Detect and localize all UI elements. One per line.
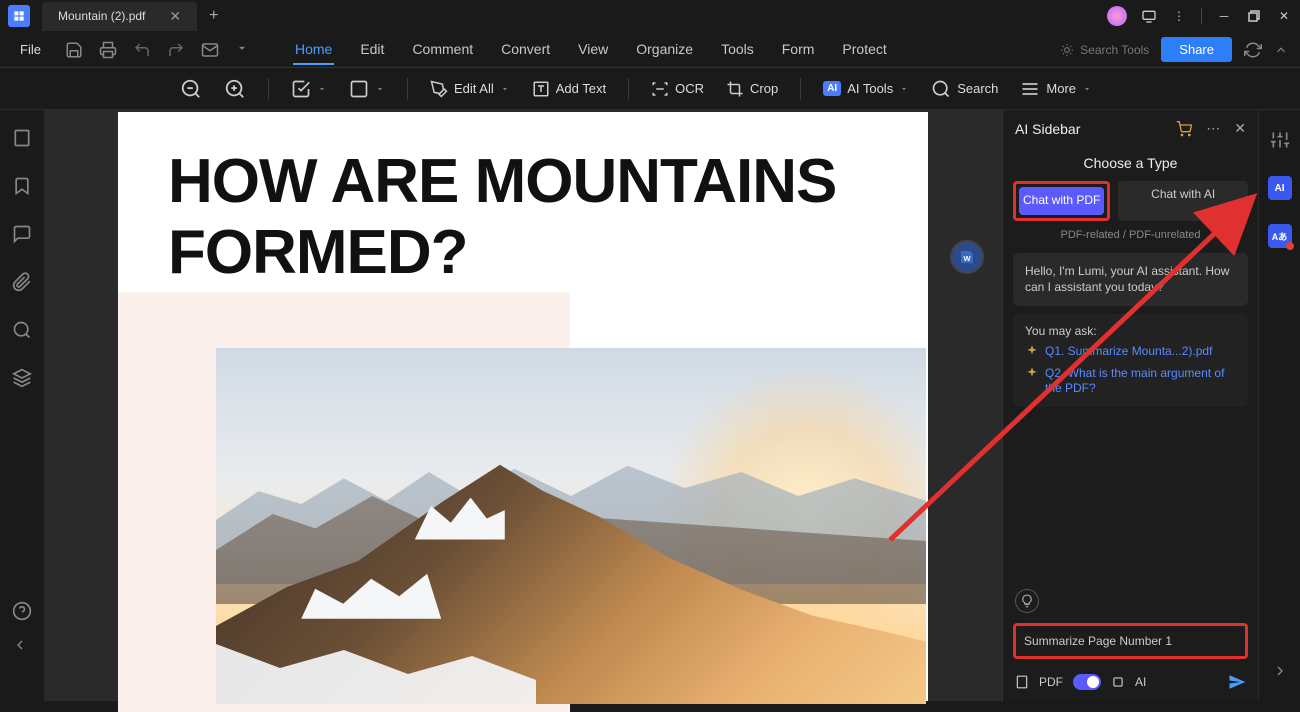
- bookmark-icon[interactable]: [12, 176, 32, 196]
- search-button[interactable]: Search: [931, 79, 998, 99]
- minimize-icon[interactable]: ─: [1216, 8, 1232, 24]
- ai-rail-icon[interactable]: AI: [1268, 176, 1292, 200]
- attachment-icon[interactable]: [12, 272, 32, 292]
- ai-greeting: Hello, I'm Lumi, your AI assistant. How …: [1013, 253, 1248, 307]
- translate-rail-icon[interactable]: Aあ: [1268, 224, 1292, 248]
- crop-button[interactable]: Crop: [726, 80, 778, 98]
- zoom-out-icon[interactable]: [180, 78, 202, 100]
- tab-organize[interactable]: Organize: [634, 35, 695, 65]
- app-logo-icon: [8, 5, 30, 27]
- highlight-icon[interactable]: [291, 79, 327, 99]
- left-sidebar: [0, 110, 44, 701]
- annotation-highlight-input: [1013, 623, 1248, 659]
- titlebar: Mountain (2).pdf ✕ + ⋮ ─ ✕: [0, 0, 1300, 32]
- pdf-doc-icon: [1015, 675, 1029, 689]
- document-tab[interactable]: Mountain (2).pdf ✕: [42, 2, 197, 31]
- document-viewport[interactable]: HOW ARE MOUNTAINS FORMED? W: [44, 110, 1002, 701]
- help-icon[interactable]: [12, 601, 32, 621]
- undo-icon[interactable]: [133, 41, 151, 59]
- cart-icon[interactable]: [1176, 121, 1192, 137]
- redo-icon[interactable]: [167, 41, 185, 59]
- send-icon[interactable]: [1228, 673, 1246, 691]
- search-tools[interactable]: Search Tools: [1060, 43, 1149, 57]
- svg-text:W: W: [963, 254, 971, 263]
- tab-comment[interactable]: Comment: [410, 35, 475, 65]
- save-icon[interactable]: [65, 41, 83, 59]
- add-text-button[interactable]: Add Text: [532, 80, 606, 98]
- ai-sidebar: AI Sidebar ⋯ ✕ Choose a Type Chat with P…: [1002, 110, 1258, 701]
- tab-tools[interactable]: Tools: [719, 35, 756, 65]
- comment-icon[interactable]: [12, 224, 32, 244]
- close-icon[interactable]: ✕: [1276, 8, 1292, 24]
- chat-ai-tab[interactable]: Chat with AI: [1118, 181, 1248, 221]
- suggest-q1[interactable]: Q1. Summarize Mounta...2).pdf: [1025, 344, 1236, 360]
- lightbulb-icon[interactable]: [1015, 589, 1039, 613]
- search-tools-label: Search Tools: [1080, 43, 1149, 57]
- menubar: File Home Edit Comment Convert View Orga…: [0, 32, 1300, 68]
- tab-home[interactable]: Home: [293, 35, 334, 65]
- maximize-icon[interactable]: [1246, 8, 1262, 24]
- suggest-title: You may ask:: [1025, 324, 1236, 338]
- search-panel-icon[interactable]: [12, 320, 32, 340]
- settings-sliders-icon[interactable]: [1268, 128, 1292, 152]
- right-rail: AI Aあ: [1258, 110, 1300, 701]
- annotation-highlight-mode: Chat with PDF: [1013, 181, 1110, 221]
- close-sidebar-icon[interactable]: ✕: [1234, 120, 1246, 137]
- choose-type-label: Choose a Type: [1003, 147, 1258, 181]
- convert-word-badge[interactable]: W: [950, 240, 984, 274]
- chat-pdf-tab[interactable]: Chat with PDF: [1019, 187, 1104, 215]
- shape-icon[interactable]: [349, 79, 385, 99]
- tab-form[interactable]: Form: [780, 35, 817, 65]
- ai-sidebar-title: AI Sidebar: [1015, 121, 1080, 137]
- chevron-left-icon[interactable]: [12, 637, 32, 657]
- menu-tabs: Home Edit Comment Convert View Organize …: [293, 35, 889, 65]
- tab-protect[interactable]: Protect: [840, 35, 888, 65]
- pdf-toggle[interactable]: [1073, 674, 1101, 690]
- ai-tools-button[interactable]: AI AI Tools: [823, 81, 909, 96]
- file-menu[interactable]: File: [12, 38, 49, 61]
- tab-view[interactable]: View: [576, 35, 610, 65]
- collapse-icon[interactable]: [1274, 43, 1288, 57]
- zoom-in-icon[interactable]: [224, 78, 246, 100]
- ocr-button[interactable]: OCR: [651, 80, 704, 98]
- edit-all-button[interactable]: Edit All: [430, 80, 510, 98]
- more-button[interactable]: More: [1020, 79, 1092, 99]
- ellipsis-icon[interactable]: ⋯: [1206, 120, 1220, 137]
- share-button[interactable]: Share: [1161, 37, 1232, 62]
- chevron-right-icon[interactable]: [1268, 659, 1292, 683]
- thumbnail-icon[interactable]: [12, 128, 32, 148]
- ai-prompt-input[interactable]: [1024, 634, 1237, 648]
- tab-close-icon[interactable]: ✕: [169, 8, 181, 25]
- print-icon[interactable]: [99, 41, 117, 59]
- ai-suggestions: You may ask: Q1. Summarize Mounta...2).p…: [1013, 314, 1248, 407]
- ai-toggle-label: AI: [1135, 675, 1146, 689]
- page-heading: HOW ARE MOUNTAINS FORMED?: [168, 146, 878, 288]
- feedback-icon[interactable]: [1141, 8, 1157, 24]
- mountain-image: [216, 348, 926, 704]
- suggest-q2[interactable]: Q2. What is the main argument of the PDF…: [1025, 366, 1236, 397]
- more-icon[interactable]: ⋮: [1171, 8, 1187, 24]
- pdf-page: HOW ARE MOUNTAINS FORMED?: [118, 112, 928, 701]
- mode-subtext: PDF-related / PDF-unrelated: [1003, 221, 1258, 249]
- ai-chip-icon: [1111, 675, 1125, 689]
- tab-convert[interactable]: Convert: [499, 35, 552, 65]
- pdf-toggle-label: PDF: [1039, 675, 1063, 689]
- user-avatar[interactable]: [1107, 6, 1127, 26]
- tab-title: Mountain (2).pdf: [58, 9, 145, 23]
- layers-icon[interactable]: [12, 368, 32, 388]
- tab-edit[interactable]: Edit: [358, 35, 386, 65]
- new-tab-icon[interactable]: +: [209, 7, 218, 25]
- sync-icon[interactable]: [1244, 41, 1262, 59]
- toolbar: Edit All Add Text OCR Crop AI AI Tools S…: [0, 68, 1300, 110]
- mail-icon[interactable]: [201, 41, 219, 59]
- dropdown-icon[interactable]: [235, 41, 253, 59]
